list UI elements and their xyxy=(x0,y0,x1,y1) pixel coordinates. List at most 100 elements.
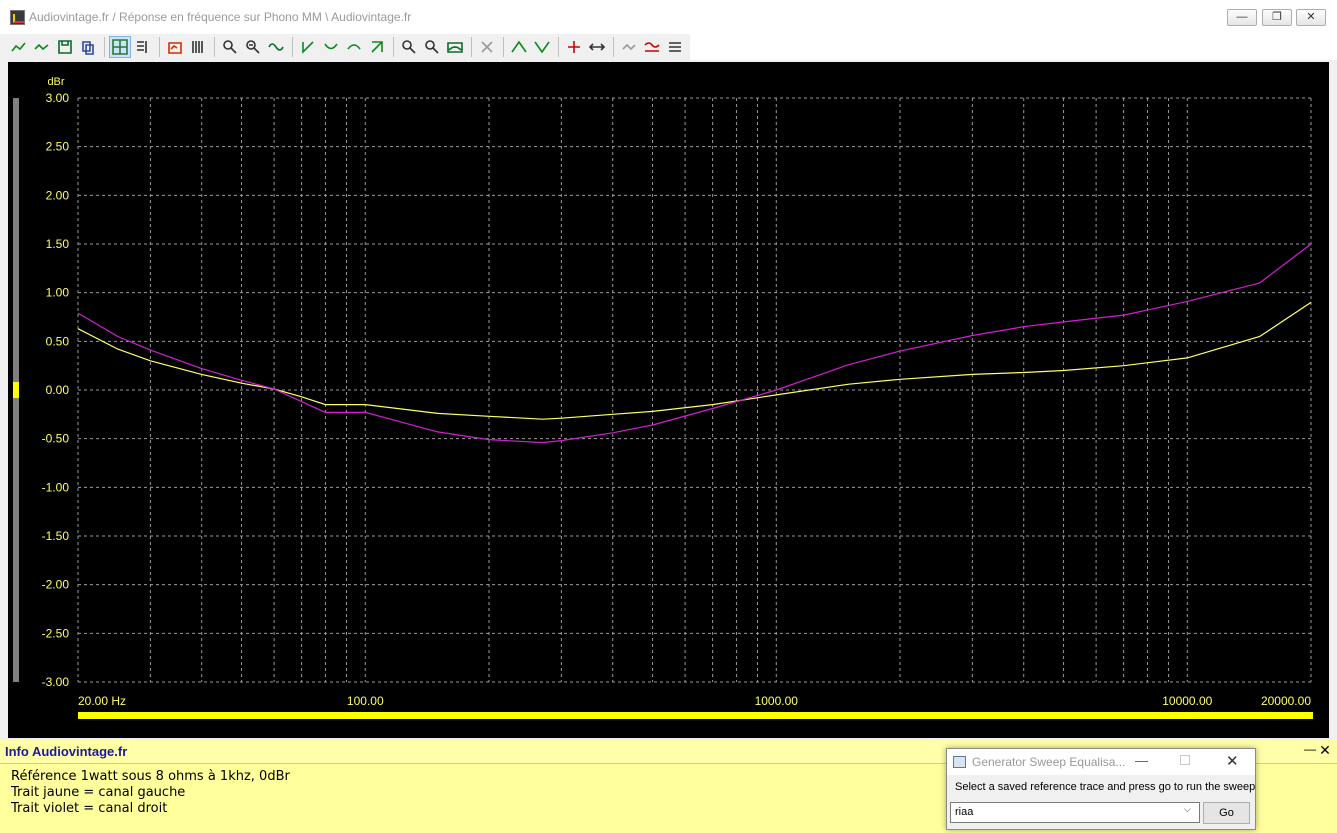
fit-button[interactable] xyxy=(265,36,287,58)
find-min-icon xyxy=(402,40,416,54)
y-tick-label: 0.00 xyxy=(46,383,70,397)
peak-icon xyxy=(511,40,527,53)
info-line-yellow: Trait jaune = canal gauche xyxy=(11,785,186,800)
minimize-button[interactable]: — xyxy=(1227,9,1257,26)
zoom-out-button[interactable] xyxy=(242,36,264,58)
marker-button[interactable] xyxy=(187,36,209,58)
info-line-violet: Trait violet = canal droit xyxy=(11,801,168,816)
chart-panel: 3.00 2.50 2.00 1.50 1.00 0.50 0.00 -0.50 -1.00 -1… xyxy=(8,62,1329,738)
frequency-response-chart[interactable]: 3.00 2.50 2.00 1.50 1.00 0.50 0.00 -0.50 -1.00 -1… xyxy=(8,62,1329,738)
trace-remove-button[interactable] xyxy=(31,36,53,58)
grid-toggle-button[interactable] xyxy=(109,36,131,58)
history-button[interactable] xyxy=(618,36,640,58)
y-tick-label: -2.50 xyxy=(42,626,70,640)
info-minimize-button[interactable]: — xyxy=(1303,742,1317,760)
x-tick-label: 100.00 xyxy=(347,694,384,708)
zoom-in-button[interactable] xyxy=(219,36,241,58)
y-tick-label: -1.50 xyxy=(42,529,70,543)
find-max-icon xyxy=(425,40,439,54)
y-tick-label: 3.00 xyxy=(46,91,70,105)
trough-icon xyxy=(534,41,550,54)
compare-icon xyxy=(644,42,660,52)
find-min-button[interactable] xyxy=(398,36,420,58)
legend-icon xyxy=(137,41,147,53)
close-button[interactable]: ✕ xyxy=(1296,9,1326,26)
y-tick-label: -3.00 xyxy=(42,675,70,689)
generator-close-button[interactable]: ✕ xyxy=(1226,752,1239,770)
y-tick-label: -1.00 xyxy=(42,480,70,494)
grid xyxy=(77,97,1312,683)
toolbar-separator xyxy=(104,37,105,57)
save-icon xyxy=(58,40,72,54)
save-button[interactable] xyxy=(54,36,76,58)
reference-trace-select[interactable]: riaa xyxy=(950,802,1200,823)
toolbar-separator xyxy=(393,37,394,57)
grid-toggle-icon xyxy=(112,39,128,55)
generator-maximize-button[interactable] xyxy=(1180,755,1190,765)
restore-button[interactable]: ❐ xyxy=(1262,9,1292,26)
marker-icon xyxy=(192,41,203,53)
move-marker-button[interactable] xyxy=(586,36,608,58)
bottom-scrollbar[interactable] xyxy=(78,712,1313,719)
y-tick-label: 0.50 xyxy=(46,334,70,348)
generator-message: Select a saved reference trace and press… xyxy=(955,781,1256,793)
y-tick-label: 1.00 xyxy=(46,286,70,300)
trough-button[interactable] xyxy=(531,36,553,58)
add-marker-icon xyxy=(568,41,580,53)
y-tick-label: 1.50 xyxy=(46,237,70,251)
info-title: Info Audiovintage.fr xyxy=(5,744,128,759)
measure-icon xyxy=(168,42,182,54)
add-marker-button[interactable] xyxy=(563,36,585,58)
compare-button[interactable] xyxy=(641,36,663,58)
disabled-tool-icon xyxy=(481,41,493,53)
info-line-reference: Référence 1watt sous 8 ohms à 1khz, 0dBr xyxy=(11,769,290,784)
toolbar-separator xyxy=(214,37,215,57)
cursor-up-button[interactable] xyxy=(343,36,365,58)
legend-button[interactable] xyxy=(132,36,154,58)
generator-title: Generator Sweep Equalisa... xyxy=(972,755,1126,769)
app-icon xyxy=(10,10,25,25)
copy-icon xyxy=(82,41,94,55)
cursor-left-button[interactable] xyxy=(297,36,319,58)
zoom-out-icon xyxy=(246,40,260,54)
title-bar: Audiovintage.fr / Réponse en fréquence s… xyxy=(0,0,1337,34)
info-close-button[interactable]: ✕ xyxy=(1318,742,1332,760)
toolbar-separator xyxy=(558,37,559,57)
cursor-right-icon xyxy=(324,43,338,50)
find-max-button[interactable] xyxy=(421,36,443,58)
auto-scale-button[interactable] xyxy=(444,36,466,58)
cursor-right-button[interactable] xyxy=(320,36,342,58)
y-tick-label: 2.00 xyxy=(46,188,70,202)
toolbar-separator xyxy=(613,37,614,57)
measure-button[interactable] xyxy=(164,36,186,58)
cursor-down-button[interactable] xyxy=(366,36,388,58)
trace-add-icon xyxy=(11,42,26,52)
y-tick-labels: 3.00 2.50 2.00 1.50 1.00 0.50 0.00 -0.50 -1.00 -1… xyxy=(42,91,70,689)
y-tick-label: -2.00 xyxy=(42,578,70,592)
copy-button[interactable] xyxy=(77,36,99,58)
cursor-left-icon xyxy=(302,41,314,54)
generator-minimize-button[interactable]: — xyxy=(1135,753,1148,768)
toolbar xyxy=(8,34,690,60)
x-tick-labels: 20.00 Hz 100.00 1000.00 10000.00 20000.00 xyxy=(78,694,1311,708)
settings-button[interactable] xyxy=(664,36,686,58)
go-button[interactable]: Go xyxy=(1203,802,1250,824)
app-window: Audiovintage.fr / Réponse en fréquence s… xyxy=(0,0,1337,833)
peak-button[interactable] xyxy=(508,36,530,58)
left-scroll-marker[interactable] xyxy=(13,382,19,398)
cursor-up-icon xyxy=(347,44,361,50)
trace-remove-icon xyxy=(34,43,49,51)
window-icon xyxy=(953,756,966,768)
x-tick-label: 20.00 Hz xyxy=(78,694,126,708)
history-icon xyxy=(622,43,636,51)
toolbar-fill xyxy=(690,34,1337,60)
trace-add-button[interactable] xyxy=(8,36,30,58)
auto-scale-icon xyxy=(447,42,463,53)
settings-icon xyxy=(669,42,681,52)
series-line-yellow xyxy=(77,301,1312,420)
x-tick-label: 1000.00 xyxy=(755,694,799,708)
disabled-tool-button[interactable] xyxy=(476,36,498,58)
fit-icon xyxy=(268,43,284,51)
chevron-down-icon[interactable]: ⌵ xyxy=(1184,804,1191,815)
toolbar-separator xyxy=(503,37,504,57)
